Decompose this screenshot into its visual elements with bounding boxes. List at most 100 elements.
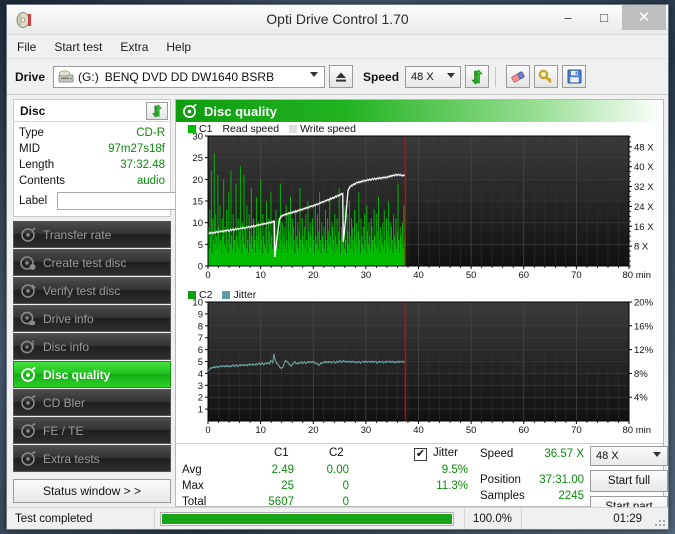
jitter-checkbox[interactable]: ✔ (414, 448, 427, 461)
test-speed-select[interactable]: 48 X (590, 446, 668, 466)
disc-mid-label: MID (19, 143, 41, 155)
key-button[interactable] (534, 65, 559, 88)
eject-icon (336, 72, 347, 82)
svg-text:7: 7 (198, 333, 203, 344)
sidebar-item-drive-info[interactable]: Drive info (13, 305, 171, 332)
stats-c2-avg: 0.00 (326, 464, 349, 476)
app-window: Opti Drive Control 1.70 – □ ✕ File Start… (6, 4, 669, 530)
svg-text:20: 20 (308, 425, 319, 436)
sidebar-item-cd-bler[interactable]: CD Bler (13, 389, 171, 416)
toolbar-separator (495, 66, 497, 87)
sidebar-item-label: Disc quality (43, 367, 111, 382)
legend-label-write-speed: Write speed (300, 122, 356, 135)
sidebar-item-label: Create test disc (43, 255, 127, 270)
disc-panel-title: Disc (20, 103, 46, 118)
sidebar-item-fe-te[interactable]: FE / TE (13, 417, 171, 444)
menu-item-help[interactable]: Help (166, 37, 201, 57)
svg-text:10: 10 (255, 425, 266, 436)
refresh-button[interactable] (465, 65, 490, 88)
sidebar-item-label: Transfer rate (43, 227, 112, 242)
disc-type-label: Type (19, 127, 44, 139)
disc-length-value: 37:32.48 (120, 159, 165, 171)
sidebar-item-disc-quality[interactable]: Disc quality (13, 361, 171, 388)
menu-item-file[interactable]: File (17, 37, 46, 57)
stats-row-label-avg: Avg (182, 464, 202, 476)
save-button[interactable] (562, 65, 587, 88)
speed-select-value: 48 X (411, 70, 434, 83)
sidebar-item-label: FE / TE (43, 423, 84, 438)
svg-text:16 X: 16 X (634, 222, 654, 233)
svg-text:70: 70 (571, 425, 582, 436)
menu-item-start-test[interactable]: Start test (54, 37, 112, 57)
svg-text:10: 10 (192, 218, 203, 229)
jitter-chart-legend: C2 Jitter (188, 288, 266, 301)
drive-info-icon (20, 311, 36, 327)
navigation-list: Transfer rate Create test disc Verify te… (13, 221, 171, 473)
maximize-button[interactable]: □ (586, 5, 622, 30)
disc-refresh-button[interactable] (146, 101, 168, 120)
svg-text:60: 60 (518, 425, 529, 436)
key-icon (538, 69, 552, 83)
result-header: Disc quality (176, 100, 663, 122)
svg-text:20: 20 (192, 175, 203, 186)
svg-text:3: 3 (198, 381, 203, 392)
legend-swatch-write-speed (289, 124, 298, 133)
svg-text:0: 0 (205, 270, 210, 281)
svg-text:80 min: 80 min (622, 425, 651, 436)
close-button[interactable]: ✕ (622, 5, 666, 30)
sidebar-item-disc-info[interactable]: Disc info (13, 333, 171, 360)
disc-contents-value: audio (136, 175, 165, 187)
disc-panel-header: Disc (14, 100, 170, 122)
stats-jitter-max: 11.3% (436, 480, 468, 492)
sidebar-item-transfer-rate[interactable]: Transfer rate (13, 221, 171, 248)
disc-contents-label: Contents (19, 175, 66, 187)
svg-text:0: 0 (198, 262, 203, 273)
jitter-chart[interactable]: 123456789100 10 20 30 40 50 60 70 80 min4%8%12%1… (176, 288, 667, 443)
svg-text:15: 15 (192, 197, 203, 208)
erase-button[interactable] (506, 65, 531, 88)
sidebar-item-extra-tests[interactable]: Extra tests (13, 445, 171, 472)
svg-text:1: 1 (198, 405, 203, 416)
disc-info-icon (20, 339, 36, 355)
svg-text:70: 70 (571, 270, 582, 281)
disc-quality-icon (20, 366, 36, 383)
drive-label: Drive (15, 69, 46, 84)
menu-item-extra[interactable]: Extra (120, 37, 158, 57)
disc-info-panel: Disc Type CD-R MID 97m27s18f Length 37:3… (13, 99, 227, 217)
svg-text:50: 50 (466, 270, 477, 281)
legend-label-read-speed: Read speed (222, 122, 280, 135)
minimize-button[interactable]: – (550, 5, 586, 30)
legend-swatch-c1 (188, 124, 196, 133)
resize-grip[interactable] (652, 508, 668, 529)
status-message: Test completed (7, 508, 155, 529)
eject-button[interactable] (329, 65, 354, 88)
status-window-button[interactable]: Status window > > (13, 479, 171, 503)
svg-text:4%: 4% (634, 393, 648, 404)
start-full-button[interactable]: Start full (590, 470, 668, 492)
c1-chart[interactable]: 0510152025300 10 20 30 40 50 60 70 80 min8 X16 X… (176, 122, 667, 288)
sidebar-item-create-test-disc[interactable]: Create test disc (13, 249, 171, 276)
result-header-title: Disc quality (204, 103, 277, 119)
eraser-icon (511, 71, 525, 82)
disc-quality-result-panel: Disc quality C1 Read speed Write speed 0… (175, 99, 668, 518)
drive-select[interactable]: (G:) BENQ DVD DD DW1640 BSRB (53, 65, 326, 88)
progress-bar-fill (162, 513, 452, 524)
status-bar: Test completed 100.0% 01:29 (7, 507, 668, 529)
svg-text:4: 4 (198, 369, 203, 380)
disc-label-caption: Label (19, 195, 48, 207)
stats-samples-value: 2245 (558, 490, 584, 502)
elapsed-time: 01:29 (613, 512, 642, 525)
svg-text:8 X: 8 X (634, 242, 649, 253)
stats-c1-avg: 2.49 (271, 464, 294, 476)
refresh-icon (152, 103, 162, 118)
test-speed-select-value: 48 X (596, 450, 619, 462)
svg-text:40: 40 (413, 270, 424, 281)
svg-text:6: 6 (198, 345, 203, 356)
sidebar-item-verify-test-disc[interactable]: Verify test disc (13, 277, 171, 304)
sidebar-item-label: Extra tests (43, 451, 100, 466)
speed-select[interactable]: 48 X (405, 65, 462, 88)
svg-text:24 X: 24 X (634, 202, 654, 213)
sidebar-item-label: Drive info (43, 311, 94, 326)
jitter-chart-container: C2 Jitter 1 2 3 4 5 6 7 8 9 10 0 10 20 30 40 50 60 70 80 m… (176, 288, 663, 443)
svg-text:16%: 16% (634, 321, 654, 332)
